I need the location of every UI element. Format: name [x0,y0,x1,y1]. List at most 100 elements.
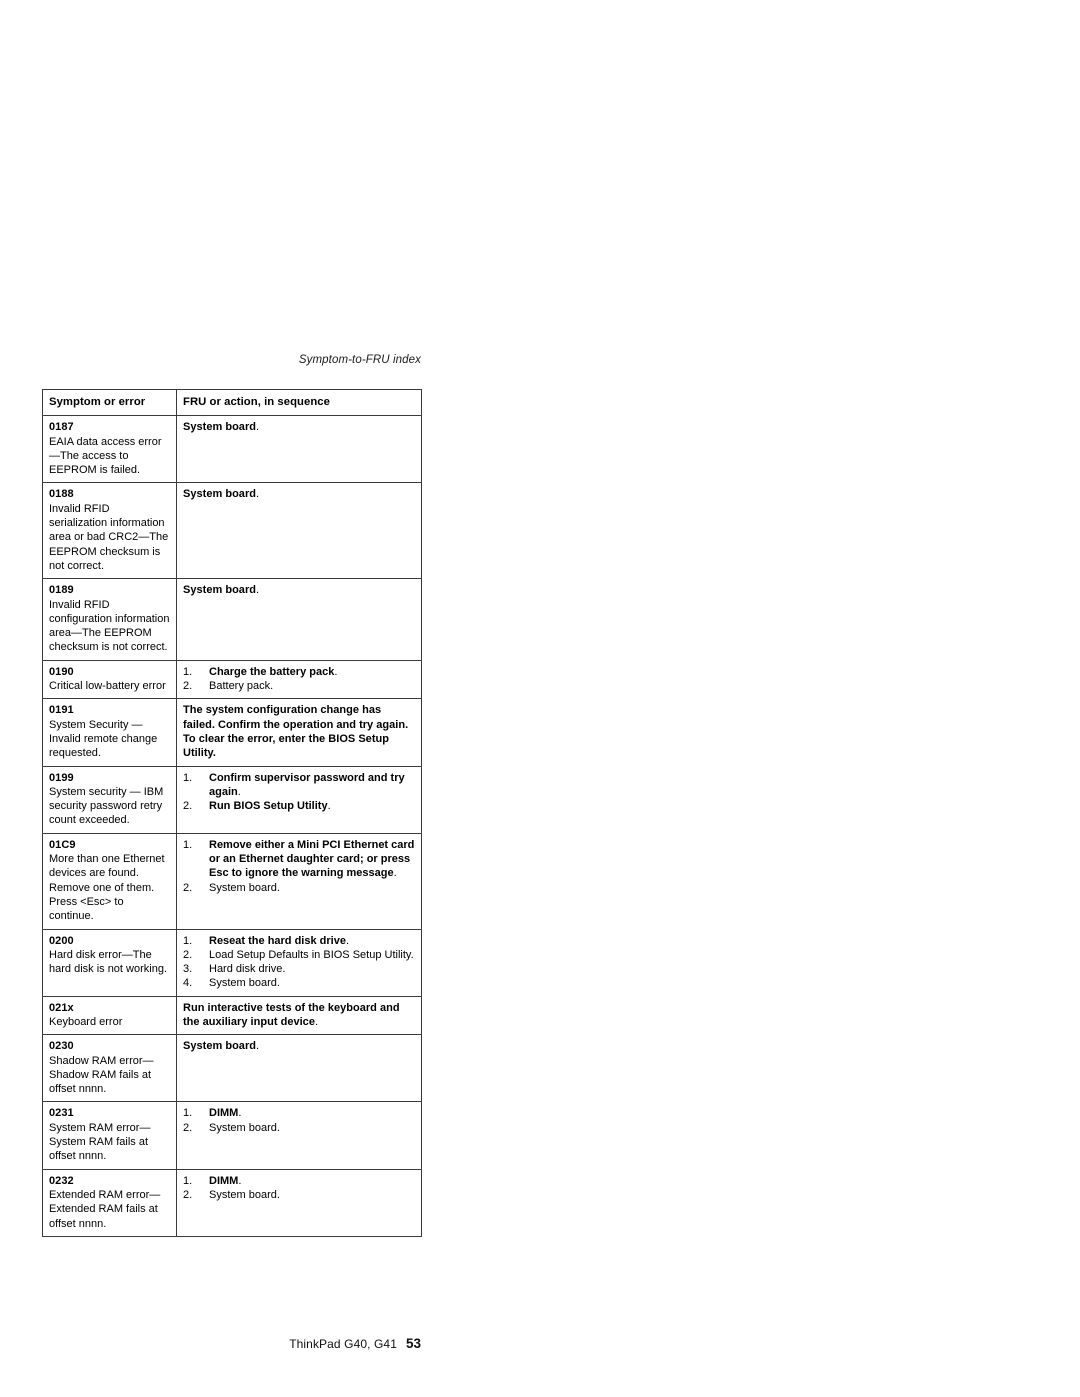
action-text-body: System board [183,1040,256,1053]
action-step-text: Run BIOS Setup Utility. [209,799,415,813]
action-step-text: Hard disk drive. [209,962,415,976]
action-step-period: . [345,934,350,947]
action-step-number: 2. [183,1121,193,1134]
table-row: 0191 System Security — Invalid remote cha… [42,698,422,767]
table-row: 0190 Critical low-battery error 1. Charge t… [42,659,422,700]
table-row: 0200 Hard disk error—The hard disk is not… [42,928,422,997]
error-code: 0231 [49,1107,74,1120]
action-step-text: Remove either a Mini PCI Ethernet card o… [209,838,415,881]
action-step-text: System board. [209,976,415,990]
action-step-text: Load Setup Defaults in BIOS Setup Utilit… [209,948,415,962]
error-code: 0191 [49,704,74,717]
column-header-symptom: Symptom or error [42,388,177,417]
table-row: 0189 Invalid RFID configuration informati… [42,578,422,661]
action-step-period: . [334,665,338,678]
action-step-body: DIMM [209,1107,239,1120]
error-code: 0232 [49,1174,74,1187]
error-description: Critical low-battery error [49,680,166,693]
action-step-body: Load Setup Defaults in BIOS Setup Utilit… [209,948,414,961]
action-step-number: 2. [183,1188,193,1201]
action-step: 1. Reseat the hard disk drive. [183,934,415,948]
document-page: Symptom-to-FRU index Symptom or error FR… [0,0,1080,1397]
action-step-number: 1. [183,934,193,947]
action-step: 2. Run BIOS Setup Utility. [183,799,415,813]
action-text-period: . [256,1040,260,1053]
action-cell: System board. [176,1034,422,1103]
error-code: 0230 [49,1040,74,1053]
action-step-period: . [238,1107,242,1120]
error-code: 0187 [49,421,74,434]
action-step-period: . [238,1174,242,1187]
action-step-number: 3. [183,963,193,976]
action-cell: 1. Remove either a Mini PCI Ethernet card… [176,832,422,930]
action-step: 1. DIMM. [183,1106,415,1120]
action-step-text: Reseat the hard disk drive. [209,934,415,948]
action-step-list: 1. Remove either a Mini PCI Ethernet card… [183,838,415,895]
error-code: 0190 [49,665,74,678]
action-text: System board. [183,487,415,501]
action-step-number: 4. [183,977,193,990]
action-cell: 1. Charge the battery pack. 2. Battery pack… [176,659,422,700]
action-step-text: System board. [209,1188,415,1202]
action-step: 1. Remove either a Mini PCI Ethernet card… [183,838,415,881]
error-description: Invalid RFID serialization information a… [49,502,169,572]
table-body: 0187 EAIA data access error—The access to… [42,415,422,1237]
error-code: 021x [49,1001,74,1014]
symptom-cell: 0200 Hard disk error—The hard disk is not… [42,928,177,997]
table-row: 0231 System RAM error—System RAM fails at… [42,1101,422,1170]
action-step: 1. Confirm supervisor password and try ag… [183,771,415,800]
action-step-body: Run BIOS Setup Utility [209,800,328,813]
error-code: 0200 [49,934,74,947]
symptom-cell: 0232 Extended RAM error—Extended RAM fail… [42,1168,177,1237]
symptom-cell: 0199 System security — IBM security passw… [42,765,177,834]
action-step: 3. Hard disk drive. [183,962,415,976]
action-cell: 1. Confirm supervisor password and try ag… [176,765,422,834]
symptom-cell: 01C9 More than one Ethernet devices are f… [42,832,177,930]
action-step-body: System board. [209,1188,280,1201]
table-row: 0230 Shadow RAM error—Shadow RAM fails at… [42,1034,422,1103]
action-step-number: 2. [183,680,193,693]
action-text-body: System board [183,584,256,597]
error-code: 0189 [49,584,74,597]
table-row: 0199 System security — IBM security passw… [42,765,422,834]
table-row: 021x Keyboard error Run interactive tests … [42,995,422,1036]
action-step-text: System board. [209,881,415,895]
action-cell: 1. DIMM. 2. System board. [176,1101,422,1170]
action-step-text: DIMM. [209,1174,415,1188]
error-description: Keyboard error [49,1015,123,1028]
action-step-number: 1. [183,665,193,678]
action-step: 2. System board. [183,881,415,895]
action-cell: System board. [176,578,422,661]
action-step-number: 1. [183,838,193,851]
action-text-period: . [256,421,260,434]
action-step-text: Confirm supervisor password and try agai… [209,771,415,800]
action-cell: 1. Reseat the hard disk drive. 2. Load Setu… [176,928,422,997]
error-code: 0199 [49,771,74,784]
action-step-text: System board. [209,1121,415,1135]
action-step-body: Reseat the hard disk drive [209,934,346,947]
action-step-number: 1. [183,771,193,784]
action-step: 2. System board. [183,1121,415,1135]
page-footer: ThinkPad G40, G41 53 [42,1336,421,1352]
action-text-body: System board [183,488,256,501]
action-text-period: . [256,584,260,597]
action-step: 4. System board. [183,976,415,990]
table-row: 0232 Extended RAM error—Extended RAM fail… [42,1168,422,1237]
symptom-cell: 0190 Critical low-battery error [42,659,177,700]
action-step-body: Hard disk drive. [209,963,286,976]
error-description: Shadow RAM error—Shadow RAM fails at off… [49,1054,154,1096]
action-text-period: . [256,488,260,501]
action-cell: System board. [176,482,422,580]
symptom-cell: 0231 System RAM error—System RAM fails at… [42,1101,177,1170]
column-header-action: FRU or action, in sequence [176,388,422,417]
action-step-text: Battery pack. [209,679,415,693]
action-step-body: System board. [209,881,280,894]
action-text-body: Run interactive tests of the keyboard an… [183,1001,400,1028]
action-step-list: 1. DIMM. 2. System board. [183,1174,415,1203]
action-text: System board. [183,1039,415,1053]
action-step-body: System board. [209,1121,280,1134]
action-cell: Run interactive tests of the keyboard an… [176,995,422,1036]
symptom-cell: 0191 System Security — Invalid remote cha… [42,698,177,767]
symptom-cell: 0189 Invalid RFID configuration informati… [42,578,177,661]
symptom-cell: 0187 EAIA data access error—The access to… [42,415,177,484]
